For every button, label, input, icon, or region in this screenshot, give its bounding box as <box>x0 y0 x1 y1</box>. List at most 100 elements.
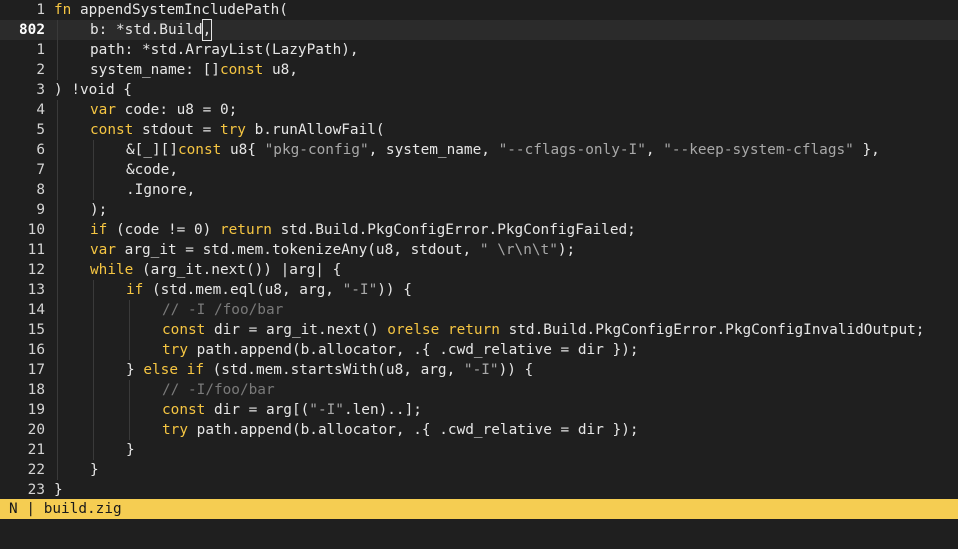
code-line[interactable]: 19 const dir = arg[("-I".len)..]; <box>0 400 958 420</box>
keyword-token: var <box>90 102 116 118</box>
indent-guide <box>57 60 58 80</box>
keyword-token: const <box>177 142 222 158</box>
line-number: 1 <box>36 2 45 18</box>
indent-guide <box>93 140 94 160</box>
code-line[interactable]: 12 while (arg_it.next()) |arg| { <box>0 260 958 280</box>
code-token: )) { <box>498 362 534 378</box>
line-number: 7 <box>36 162 45 178</box>
code-line[interactable]: 14 // -I /foo/bar <box>0 300 958 320</box>
indent-guide <box>57 240 58 260</box>
indent-guide <box>93 300 94 320</box>
code-line[interactable]: 15 const dir = arg_it.next() orelse retur… <box>0 320 958 340</box>
line-number: 5 <box>36 122 45 138</box>
keyword-token: else <box>143 362 178 378</box>
indent-guide <box>93 360 94 380</box>
string-token: "-I" <box>309 402 344 418</box>
keyword-token: return <box>447 322 500 338</box>
code-line[interactable]: 7 &code, <box>0 160 958 180</box>
code-text: &code, <box>126 160 178 180</box>
code-text: ) !void { <box>54 80 132 100</box>
keyword-token: try <box>162 342 188 358</box>
code-token: ); <box>90 202 108 218</box>
code-text: .Ignore, <box>126 180 195 200</box>
code-line[interactable]: 23} <box>0 480 958 499</box>
code-text: b: *std.Build, <box>90 19 213 41</box>
code-token: } <box>126 362 144 378</box>
code-line[interactable]: 9); <box>0 200 958 220</box>
code-text: } <box>54 480 63 499</box>
code-text: path: *std.ArrayList(LazyPath), <box>90 40 359 60</box>
indent-guide <box>57 420 58 440</box>
code-line[interactable]: 1 fn appendSystemIncludePath( <box>0 0 958 20</box>
code-line[interactable]: 1 path: *std.ArrayList(LazyPath), <box>0 40 958 60</box>
code-token: path.append(b.allocator, .{ .cwd_relativ… <box>188 422 639 438</box>
indent-guide <box>57 340 58 360</box>
keyword-token: fn <box>54 2 72 18</box>
code-line[interactable]: 17} else if (std.mem.startsWith(u8, arg,… <box>0 360 958 380</box>
mode-indicator: N <box>9 501 18 517</box>
code-token: appendSystemIncludePath( <box>71 2 288 18</box>
code-token: } <box>54 482 63 498</box>
indent-guide <box>93 280 94 300</box>
keyword-token: if <box>126 282 144 298</box>
code-token: stdout = <box>133 122 220 138</box>
keyword-token: const <box>162 402 206 418</box>
code-line[interactable]: 802 b: *std.Build, <box>0 19 958 41</box>
code-line[interactable]: 13 if (std.mem.eql(u8, arg, "-I")) { <box>0 280 958 300</box>
string-token: "pkg-config" <box>264 142 369 158</box>
code-token: &code, <box>126 162 178 178</box>
code-line[interactable]: 4 var code: u8 = 0; <box>0 100 958 120</box>
indent-guide <box>129 380 130 400</box>
indent-guide <box>57 20 58 40</box>
code-line[interactable]: 3) !void { <box>0 80 958 100</box>
keyword-token: if <box>90 222 108 238</box>
code-text: while (arg_it.next()) |arg| { <box>90 260 341 280</box>
line-number: 1 <box>36 42 45 58</box>
line-number: 22 <box>27 462 45 478</box>
code-line[interactable]: 2 system_name: []const u8, <box>0 60 958 80</box>
line-number: 4 <box>36 102 45 118</box>
indent-guide <box>57 460 58 480</box>
code-text: var code: u8 = 0; <box>90 100 237 120</box>
code-line[interactable]: 8 .Ignore, <box>0 180 958 200</box>
code-line[interactable]: 20 try path.append(b.allocator, .{ .cwd_r… <box>0 420 958 440</box>
code-token: ); <box>557 242 576 258</box>
comment-token: // -I /foo/bar <box>162 302 284 318</box>
keyword-token: const <box>219 62 264 78</box>
code-line[interactable]: 5 const stdout = try b.runAllowFail( <box>0 120 958 140</box>
code-token: (arg_it.next()) |arg| { <box>133 262 342 278</box>
code-line[interactable]: 10 if (code != 0) return std.Build.PkgCon… <box>0 220 958 240</box>
indent-guide <box>93 160 94 180</box>
code-text: // -I/foo/bar <box>162 380 275 400</box>
indent-guide <box>57 380 58 400</box>
indent-guide <box>93 400 94 420</box>
indent-guide <box>57 260 58 280</box>
code-line[interactable]: 11 var arg_it = std.mem.tokenizeAny(u8, s… <box>0 240 958 260</box>
comment-token: // -I/foo/bar <box>162 382 275 398</box>
line-number: 11 <box>27 242 45 258</box>
indent-guide <box>57 100 58 120</box>
code-token: system_name: [] <box>90 62 220 78</box>
indent-guide <box>129 320 130 340</box>
string-token: " \r\n\t" <box>479 242 558 258</box>
code-line[interactable]: 22} <box>0 460 958 480</box>
code-text: system_name: []const u8, <box>90 60 298 80</box>
indent-guide <box>93 420 94 440</box>
code-editor[interactable]: 1 fn appendSystemIncludePath(802 b: *std.B… <box>0 0 958 499</box>
code-line[interactable]: 21} <box>0 440 958 460</box>
command-line[interactable] <box>0 519 958 549</box>
code-token: }, <box>853 142 880 158</box>
code-token: } <box>126 442 135 458</box>
string-token: "--cflags-only-I" <box>498 142 646 158</box>
code-text: const stdout = try b.runAllowFail( <box>90 120 385 140</box>
line-number: 13 <box>27 282 45 298</box>
code-line[interactable]: 18 // -I/foo/bar <box>0 380 958 400</box>
code-token: .len)..]; <box>343 402 422 418</box>
keyword-token: return <box>219 222 272 238</box>
code-line[interactable]: 6 &[_][]const u8{ "pkg-config", system_na… <box>0 140 958 160</box>
code-token: code: u8 = 0; <box>116 102 238 118</box>
indent-guide <box>57 320 58 340</box>
indent-guide <box>93 180 94 200</box>
code-line[interactable]: 16 try path.append(b.allocator, .{ .cwd_r… <box>0 340 958 360</box>
